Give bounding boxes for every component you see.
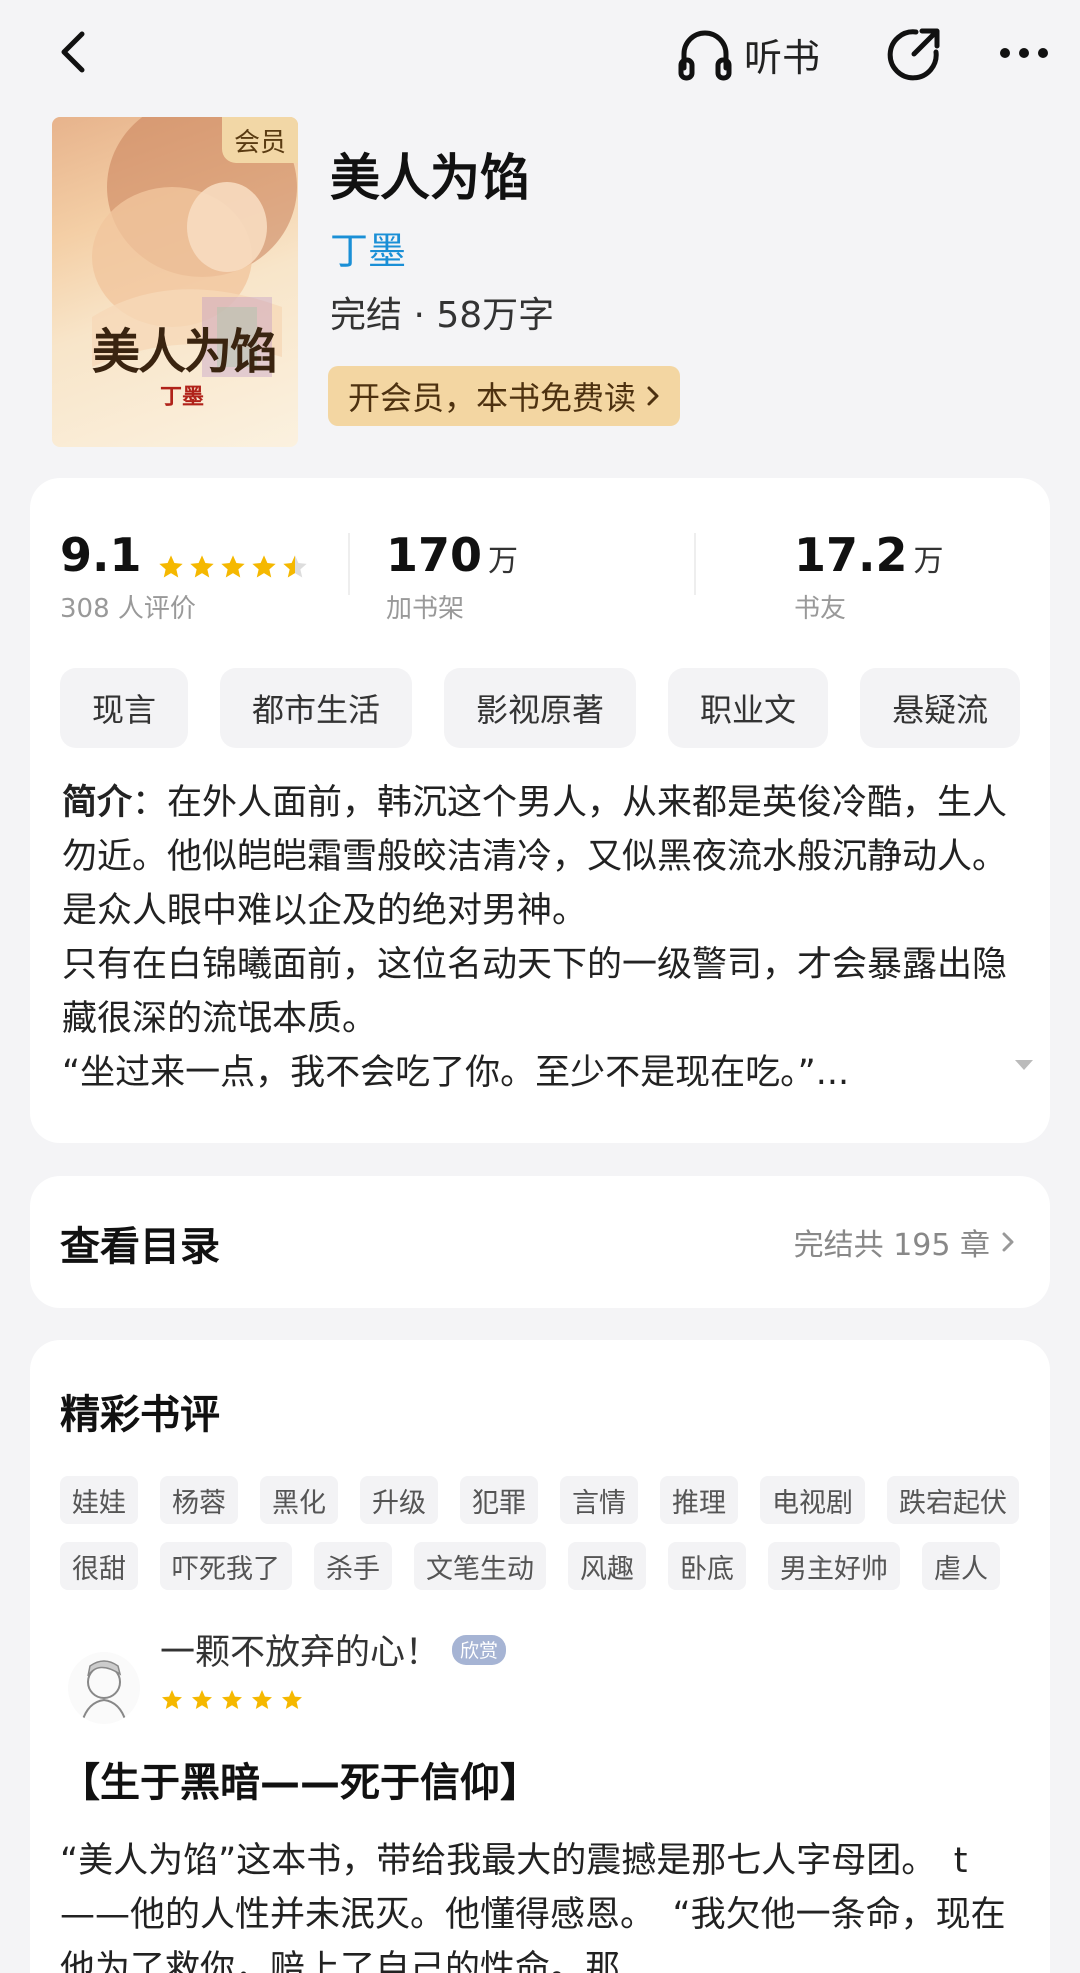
star-icon xyxy=(282,554,307,577)
more-dots-icon xyxy=(1000,48,1048,58)
vip-free-read-button[interactable]: 开会员，本书免费读 xyxy=(328,366,681,426)
listen-button[interactable]: 听书 xyxy=(676,24,820,84)
review-keyword[interactable]: 犯罪 xyxy=(460,1476,538,1524)
reviewer-avatar[interactable] xyxy=(68,1652,140,1724)
review-keyword[interactable]: 娃娃 xyxy=(60,1476,138,1524)
review-keyword[interactable]: 风趣 xyxy=(568,1542,646,1590)
rating-stat[interactable]: 9.1 308 人评价 xyxy=(60,528,309,625)
genre-tag[interactable]: 职业文 xyxy=(668,668,829,748)
cover-title-text: 美人为馅 xyxy=(92,324,278,380)
review-keyword[interactable]: 虐人 xyxy=(922,1542,1000,1590)
shelf-stat: 170 万 加书架 xyxy=(386,528,518,625)
stat-divider xyxy=(694,533,696,595)
expand-intro-button[interactable] xyxy=(1014,1056,1034,1075)
chevron-right-icon xyxy=(647,386,659,406)
review-keyword[interactable]: 杀手 xyxy=(314,1542,392,1590)
toc-chapter-count: 完结共 195 章 xyxy=(793,1228,990,1263)
book-intro[interactable]: 简介：在外人面前，韩沉这个男人，从来都是英俊冷酷，生人勿近。他似皑皑霜雪般皎洁清… xyxy=(62,776,1012,1100)
fans-stat[interactable]: 17.2 万 书友 xyxy=(794,528,944,625)
star-icon xyxy=(220,554,245,577)
review-keyword[interactable]: 文笔生动 xyxy=(414,1542,546,1590)
reviewer-info: 一颗不放弃的心！ 欣赏 xyxy=(160,1624,507,1675)
star-icon xyxy=(282,1690,302,1709)
more-button[interactable] xyxy=(996,30,1052,76)
genre-tag[interactable]: 都市生活 xyxy=(220,668,413,748)
toc-title: 查看目录 xyxy=(60,1224,220,1270)
listen-label: 听书 xyxy=(744,35,821,80)
caret-down-icon xyxy=(1015,1060,1033,1070)
reviewer-level-badge: 欣赏 xyxy=(452,1634,507,1665)
review-headline[interactable]: 【生于黑暗——死于信仰】 xyxy=(60,1750,540,1808)
star-icon xyxy=(158,554,183,577)
review-keywords-row: 很甜 吓死我了 杀手 文笔生动 风趣 卧底 男主好帅 虐人 xyxy=(60,1542,1000,1590)
fans-unit: 万 xyxy=(913,544,944,579)
intro-text: ：在外人面前，韩沉这个男人，从来都是英俊冷酷，生人勿近。他似皑皑霜雪般皎洁清冷，… xyxy=(62,783,1008,1093)
review-keyword[interactable]: 跌宕起伏 xyxy=(887,1476,1019,1524)
star-icon xyxy=(222,1690,242,1709)
fans-label: 书友 xyxy=(794,594,847,624)
rating-count: 308 人评价 xyxy=(60,594,196,624)
review-keyword[interactable]: 言情 xyxy=(560,1476,638,1524)
star-icon xyxy=(162,1690,182,1709)
review-keyword[interactable]: 黑化 xyxy=(260,1476,338,1524)
genre-tag[interactable]: 影视原著 xyxy=(444,668,637,748)
review-keywords-row: 娃娃 杨蓉 黑化 升级 犯罪 言情 推理 电视剧 跌宕起伏 xyxy=(60,1476,1019,1524)
review-keyword[interactable]: 很甜 xyxy=(60,1542,138,1590)
review-keyword[interactable]: 升级 xyxy=(360,1476,438,1524)
rating-score: 9.1 xyxy=(60,528,142,582)
review-keyword[interactable]: 杨蓉 xyxy=(160,1476,238,1524)
reviewer-name[interactable]: 一颗不放弃的心！ xyxy=(160,1624,440,1675)
review-body[interactable]: “美人为馅”这本书，带给我最大的震撼是那七人字母团。 t——他的人性并未泯灭。他… xyxy=(60,1834,1020,1973)
shelf-unit: 万 xyxy=(488,544,519,579)
review-keyword[interactable]: 推理 xyxy=(660,1476,738,1524)
genre-tag[interactable]: 现言 xyxy=(60,668,189,748)
avatar-illustration xyxy=(81,1660,127,1723)
book-cover[interactable]: 会员 美人为馅 丁墨 xyxy=(52,117,298,447)
chevron-left-icon xyxy=(61,31,85,73)
book-title: 美人为馅 xyxy=(330,149,530,207)
reviews-title: 精彩书评 xyxy=(60,1392,220,1438)
book-author-link[interactable]: 丁墨 xyxy=(330,220,406,275)
shelf-label: 加书架 xyxy=(386,594,465,624)
toc-card[interactable]: 查看目录 完结共 195 章 xyxy=(30,1176,1050,1308)
fans-count: 17.2 xyxy=(794,528,908,582)
review-keyword[interactable]: 男主好帅 xyxy=(768,1542,900,1590)
review-keyword[interactable]: 卧底 xyxy=(668,1542,746,1590)
rating-stars xyxy=(157,553,309,581)
genre-tags: 现言 都市生活 影视原著 职业文 悬疑流 xyxy=(60,668,1020,748)
share-icon xyxy=(887,28,940,81)
top-bar: 听书 xyxy=(0,0,1080,110)
toc-status: 完结共 195 章 xyxy=(794,1220,1014,1264)
cover-author-text: 丁墨 xyxy=(160,384,205,410)
star-icon xyxy=(192,1690,212,1709)
chevron-right-icon xyxy=(1002,1232,1014,1252)
vip-button-label: 开会员，本书免费读 xyxy=(348,379,637,417)
star-icon xyxy=(252,1690,272,1709)
stat-divider xyxy=(348,533,350,595)
review-keyword[interactable]: 电视剧 xyxy=(760,1476,865,1524)
back-button[interactable] xyxy=(50,22,96,82)
review-stars xyxy=(160,1688,304,1712)
review-keyword[interactable]: 吓死我了 xyxy=(160,1542,292,1590)
share-button[interactable] xyxy=(884,22,944,86)
member-badge: 会员 xyxy=(222,117,298,163)
intro-label: 简介 xyxy=(62,783,133,823)
genre-tag[interactable]: 悬疑流 xyxy=(860,668,1020,748)
book-info-card: 9.1 308 人评价 170 万 加书架 17.2 万 书友 现言 都市生活 影视… xyxy=(30,478,1050,1143)
star-icon xyxy=(251,554,276,577)
shelf-count: 170 xyxy=(386,528,483,582)
star-icon xyxy=(189,554,214,577)
book-meta: 完结 · 58万字 xyxy=(330,295,555,336)
reviews-card: 精彩书评 娃娃 杨蓉 黑化 升级 犯罪 言情 推理 电视剧 跌宕起伏 很甜 吓死… xyxy=(30,1340,1050,1973)
headphones-icon xyxy=(678,30,732,81)
